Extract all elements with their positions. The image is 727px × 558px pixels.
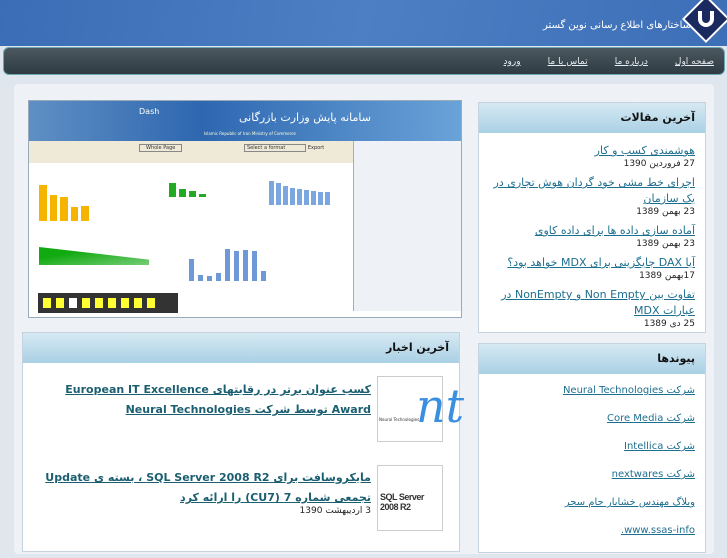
site-header: ساختارهای اطلاع رسانی نوین گستر (0, 0, 727, 46)
article-link[interactable]: اجرای خط مشی خود گردان هوش تجاری در یک س… (489, 175, 695, 207)
article-link[interactable]: آیا DAX جایگزینی برای MDX خواهد بود؟ (489, 255, 695, 271)
chart-blue (269, 179, 344, 205)
news-thumbnail[interactable]: nt Neural Technologies (377, 376, 464, 442)
site-title: ساختارهای اطلاع رسانی نوین گستر (543, 20, 691, 31)
chart-green-2 (39, 247, 149, 265)
news-link[interactable]: مایکروسافت برای SQL Server 2008 R2 ، بست… (45, 471, 371, 504)
article-date: 23 بهمن 1389 (636, 239, 695, 249)
page-select: Whole Page (139, 144, 183, 152)
article-date: 25 دی 1389 (643, 319, 695, 329)
dashboard-screenshot: Dash سامانه پایش وزارت بازرگانی Islamic … (28, 100, 462, 318)
link-nextwares[interactable]: شرکت nextwares (489, 466, 695, 494)
thumb-caption: SQL Server 2008 R2 (380, 492, 424, 512)
link-intellica[interactable]: شرکت Intellica (489, 438, 695, 466)
export-label: Export (307, 145, 325, 151)
dashboard-banner: Dash سامانه پایش وزارت بازرگانی Islamic … (29, 101, 461, 141)
chart-yellow (39, 181, 89, 221)
article-link[interactable]: هوشمندی کسب و کار (489, 143, 695, 159)
dashboard-heading: سامانه پایش وزارت بازرگانی (239, 111, 371, 124)
dashboard-brand: Dash (139, 107, 160, 116)
news-link[interactable]: کسب عنوان برتر در رقابتهای European IT E… (65, 383, 371, 416)
article-date: 17بهمن 1389 (639, 271, 695, 281)
news-date: 3 اردیبهشت 1390 (299, 506, 371, 516)
news-thumbnail[interactable]: SQL Server 2008 R2 (377, 465, 443, 531)
article-link[interactable]: آماده سازی داده ها برای داده کاوی (489, 223, 695, 239)
thumb-caption: Neural Technologies (379, 417, 420, 422)
article-date: 27 فروردین 1390 (623, 159, 695, 169)
nav-contact[interactable]: تماس با ما (548, 57, 588, 67)
chart-green (169, 181, 239, 197)
nav-about[interactable]: درباره ما (615, 57, 648, 67)
dashboard-subheading: Islamic Republic of Iran Ministry of Com… (204, 131, 296, 136)
latest-articles-title: آخرین مقالات (479, 103, 705, 133)
article-link[interactable]: تفاوت بین Non Empty و NonEmpty در عبارات… (489, 287, 695, 319)
dashboard-sidepanel (353, 141, 461, 311)
link-ssas-info[interactable]: www.ssas-info. (489, 522, 695, 550)
article-date: 23 بهمن 1389 (636, 207, 695, 217)
filmstrip (38, 293, 178, 313)
news-item: کسب عنوان برتر در رقابتهای European IT E… (51, 378, 371, 418)
latest-news-title: آخرین اخبار (23, 333, 459, 363)
link-coremedia[interactable]: شرکت Core Media (489, 410, 695, 438)
links-box: پیوندها شرکت Neural Technologies شرکت Co… (478, 343, 706, 553)
news-item: مایکروسافت برای SQL Server 2008 R2 ، بست… (41, 466, 371, 516)
links-title: پیوندها (479, 344, 705, 374)
nav-home[interactable]: صفحه اول (675, 57, 714, 67)
format-select: Select a format (243, 144, 307, 152)
chart-combo (189, 241, 294, 281)
latest-articles-box: آخرین مقالات هوشمندی کسب و کار 27 فروردین… (478, 102, 706, 333)
link-blog[interactable]: وبلاگ مهندس خشایار جام سحر (489, 494, 695, 522)
nav-login[interactable]: ورود (504, 57, 521, 67)
main-nav: صفحه اول درباره ما تماس با ما ورود (3, 47, 725, 75)
link-neural[interactable]: شرکت Neural Technologies (489, 382, 695, 410)
